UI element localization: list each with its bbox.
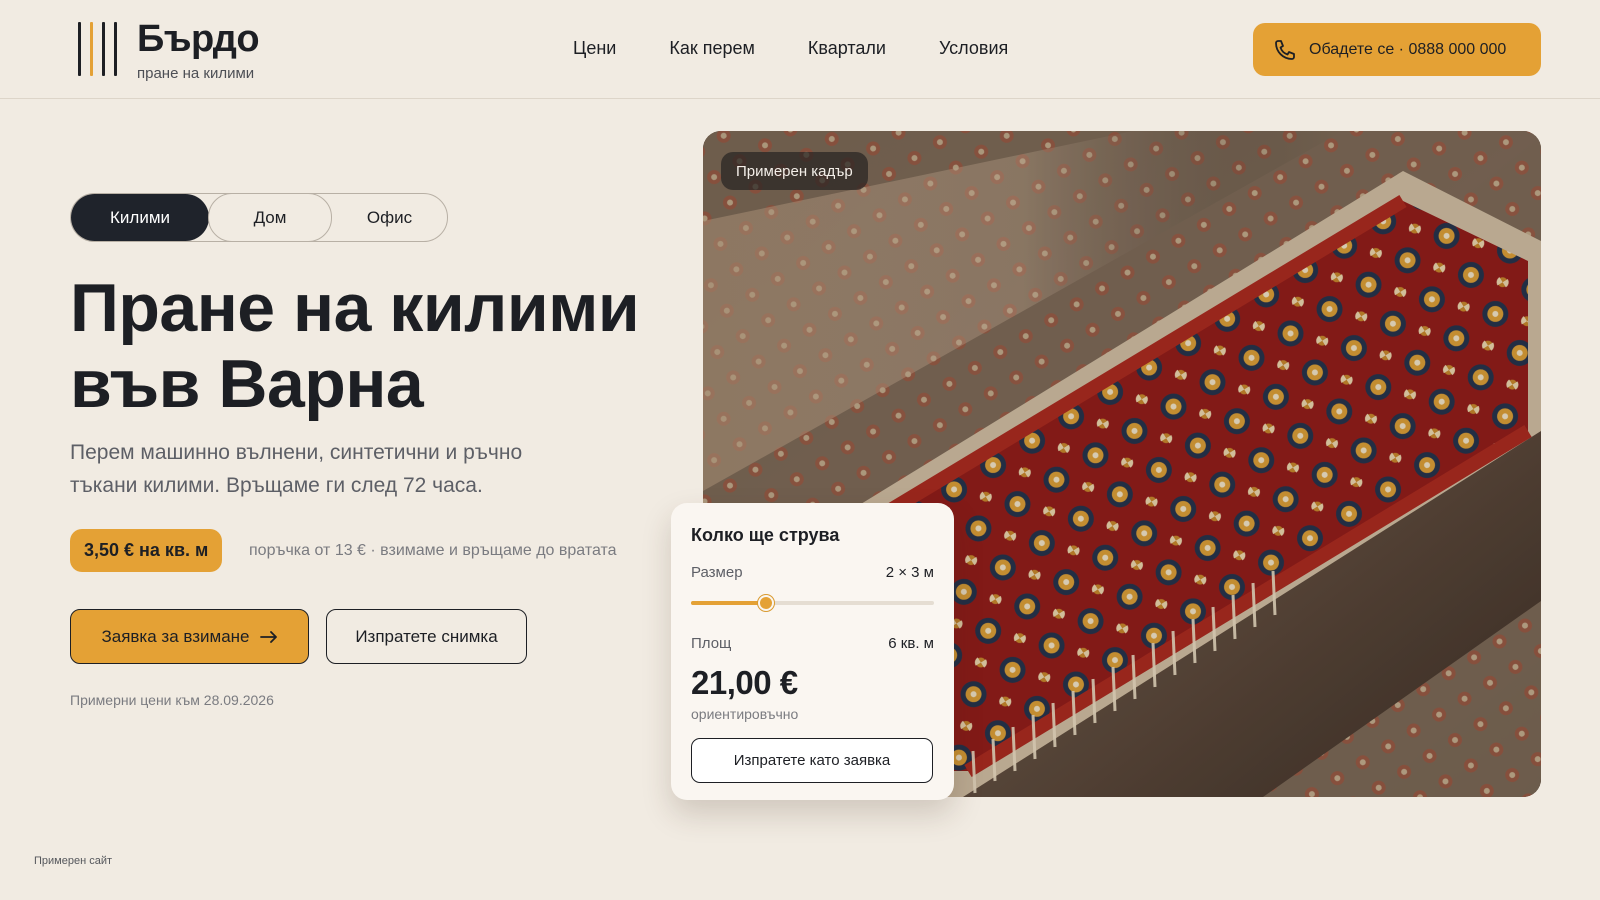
area-value: 6 кв. м (888, 635, 934, 652)
nav-item-how-we-wash[interactable]: Как перем (669, 38, 755, 59)
brand-logo[interactable]: Бърдо пране на килими (78, 18, 260, 82)
price-note: поръчка от 13 € · взимаме и връщаме до в… (249, 542, 617, 559)
arrow-right-icon (259, 630, 277, 643)
price-total: 21,00 € (691, 664, 798, 701)
category-tabs: Килими Дом Офис (70, 193, 448, 242)
tab-home[interactable]: Дом (208, 193, 332, 242)
tab-office[interactable]: Офис (332, 194, 447, 241)
brand-name: Бърдо (137, 18, 260, 60)
tab-carpets[interactable]: Килими (71, 194, 209, 241)
size-slider[interactable] (691, 593, 934, 613)
nav-item-terms[interactable]: Условия (939, 38, 1008, 59)
send-photo-button[interactable]: Изпратете снимка (326, 609, 527, 664)
size-value: 2 × 3 м (885, 564, 934, 581)
hero-description: Перем машинно вълнени, синтетични и ръчн… (70, 441, 523, 497)
hero-title-line1: Пране на килими (70, 270, 640, 346)
prices-date-note: Примерни цени към 28.09.2026 (70, 692, 274, 708)
price-total-note: ориентировъчно (691, 706, 799, 722)
calculator-title: Колко ще струва (691, 525, 840, 545)
price-calculator: Колко ще струва Размер 2 × 3 м Площ 6 кв… (671, 503, 954, 800)
pickup-request-label: Заявка за взимане (101, 626, 250, 646)
brand-tagline: пране на килими (137, 65, 255, 82)
area-row: Площ 6 кв. м (691, 635, 934, 652)
nav-item-districts[interactable]: Квартали (808, 38, 886, 59)
send-as-request-button[interactable]: Изпратете като заявка (691, 738, 933, 783)
hero-title-line2: във Варна (70, 346, 424, 422)
area-label: Площ (691, 635, 732, 652)
price-badge: 3,50 € на кв. м (70, 529, 223, 572)
size-row: Размер 2 × 3 м (691, 564, 934, 581)
size-label: Размер (691, 564, 743, 581)
photo-badge: Примерен кадър (721, 152, 868, 190)
call-button-label: Обадете се · 0888 000 000 (1309, 40, 1507, 58)
call-button[interactable]: Обадете се · 0888 000 000 (1253, 23, 1541, 76)
site-header: Бърдо пране на килими Цени Как перем Ква… (0, 0, 1600, 99)
slider-fill (691, 601, 767, 605)
logo-mark-icon (78, 20, 117, 78)
slider-handle[interactable] (758, 595, 775, 611)
nav-item-prices[interactable]: Цени (573, 38, 616, 59)
footer-note: Примерен сайт (34, 855, 113, 867)
pickup-request-button[interactable]: Заявка за взимане (70, 609, 309, 664)
hero-title: Пране на килими във Варна (70, 270, 710, 422)
main-nav: Цени Как перем Квартали Условия (573, 38, 1008, 59)
phone-icon (1275, 39, 1295, 60)
